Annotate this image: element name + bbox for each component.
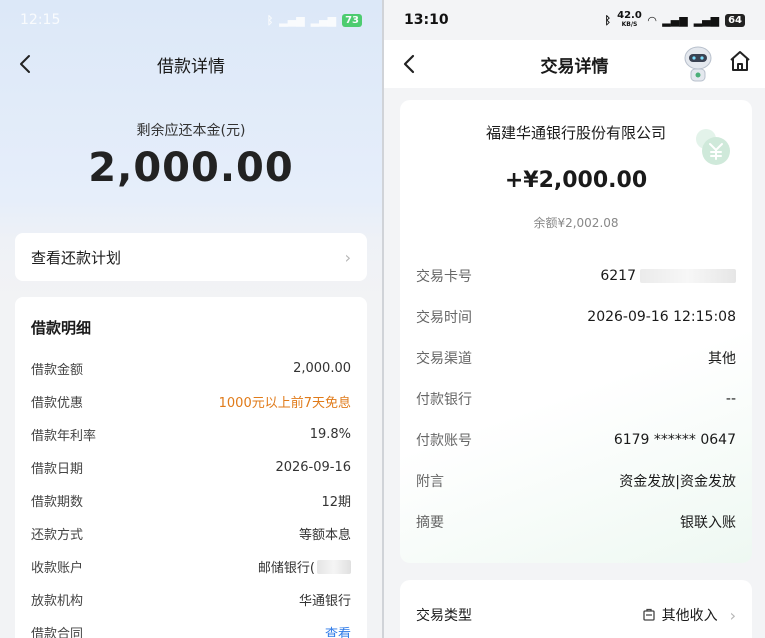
tx-row-card-no: 交易卡号 6217 bbox=[416, 255, 736, 296]
row-value: 资金发放|资金发放 bbox=[619, 473, 736, 490]
category-icon bbox=[642, 608, 655, 621]
transaction-rows: 交易卡号 6217 交易时间 2026-09-16 12:15:08 交易渠道 … bbox=[416, 255, 736, 542]
detail-row-rate: 借款年利率 19.8% bbox=[31, 418, 351, 451]
wifi-icon: ◠ bbox=[647, 13, 657, 27]
battery-icon: 64 bbox=[725, 13, 745, 27]
back-arrow-icon[interactable] bbox=[396, 50, 424, 78]
detail-row-account: 收款账户 邮储银行( bbox=[31, 550, 351, 583]
row-key: 摘要 bbox=[416, 514, 444, 531]
loan-detail-title: 借款明细 bbox=[31, 319, 92, 337]
detail-row-term: 借款期数 12期 bbox=[31, 484, 351, 517]
row-value: 银联入账 bbox=[680, 514, 736, 531]
status-time: 12:15 bbox=[20, 12, 61, 28]
row-value: 华通银行 bbox=[298, 594, 351, 609]
detail-row-method: 还款方式 等额本息 bbox=[31, 517, 351, 550]
view-contract-link[interactable]: 查看 bbox=[325, 623, 351, 638]
row-value: 2,000.00 bbox=[293, 361, 351, 376]
detail-row-lender: 放款机构 华通银行 bbox=[31, 583, 351, 616]
detail-row-amount: 借款金额 2,000.00 bbox=[31, 352, 351, 385]
row-value: 邮储银行( bbox=[257, 561, 315, 576]
row-key: 借款年利率 bbox=[31, 429, 97, 444]
remaining-principal-amount: 2,000.00 bbox=[88, 145, 294, 191]
home-icon[interactable] bbox=[727, 48, 753, 74]
transaction-type-value: 其他收入 bbox=[661, 608, 718, 624]
signal-icon-2: ▂▄▆ bbox=[310, 13, 337, 27]
row-value: 1000元以上前7天免息 bbox=[218, 396, 351, 411]
transaction-detail-screen: 13:10 ᛒ 42.0 KB/S ◠ ▂▄▆ ▂▄▆ 64 交易详情 福建华通… bbox=[384, 0, 765, 638]
row-value: 6179 ****** 0647 bbox=[613, 431, 736, 448]
row-value: 19.8% bbox=[309, 427, 351, 442]
row-value: 2026-09-16 12:15:08 bbox=[587, 308, 736, 325]
page-title: 借款详情 bbox=[157, 56, 225, 77]
transaction-type-card: 交易类型 其他收入 › bbox=[400, 580, 752, 638]
speed-unit: KB/S bbox=[621, 21, 638, 28]
battery-icon: 73 bbox=[342, 13, 362, 27]
detail-row-discount: 借款优惠 1000元以上前7天免息 bbox=[31, 385, 351, 418]
row-value: 2026-09-16 bbox=[275, 460, 351, 475]
row-key: 付款账号 bbox=[416, 432, 472, 449]
row-key: 借款日期 bbox=[31, 462, 84, 477]
status-icons: ᛒ 42.0 KB/S ◠ ▂▄▆ ▂▄▆ 64 bbox=[605, 11, 745, 29]
row-key: 交易渠道 bbox=[416, 350, 472, 367]
tx-row-summary: 摘要 银联入账 bbox=[416, 501, 736, 542]
row-key: 借款期数 bbox=[31, 495, 84, 510]
row-value: 其他 bbox=[708, 350, 736, 367]
robot-assistant-icon[interactable] bbox=[681, 44, 715, 84]
row-value: 12期 bbox=[321, 495, 351, 510]
detail-row-contract: 借款合同 查看 bbox=[31, 616, 351, 638]
remaining-principal-label: 剩余应还本金(元) bbox=[136, 123, 246, 139]
row-key: 借款金额 bbox=[31, 363, 84, 378]
row-key: 收款账户 bbox=[31, 561, 84, 576]
masked-card-blur bbox=[640, 268, 736, 283]
tx-row-payer-account: 付款账号 6179 ****** 0647 bbox=[416, 419, 736, 460]
bluetooth-icon: ᛒ bbox=[604, 13, 612, 27]
tx-row-time: 交易时间 2026-09-16 12:15:08 bbox=[416, 296, 736, 337]
repayment-plan-label: 查看还款计划 bbox=[31, 248, 122, 267]
speed-value: 42.0 bbox=[617, 10, 642, 21]
transaction-amount: +¥2,000.00 bbox=[504, 168, 648, 193]
repayment-plan-button[interactable]: 查看还款计划 › bbox=[15, 233, 367, 281]
row-value: -- bbox=[725, 390, 736, 407]
signal-icon: ▂▄▆ bbox=[279, 13, 305, 27]
masked-account-blur bbox=[317, 559, 351, 574]
transaction-card: 福建华通银行股份有限公司 +¥2,000.00 余额¥2,002.08 交易卡号… bbox=[400, 100, 752, 563]
row-key: 放款机构 bbox=[31, 594, 84, 609]
status-icons: ᛒ ▂▄▆ ▂▄▆ 73 bbox=[266, 13, 362, 27]
network-speed: 42.0 KB/S bbox=[617, 11, 642, 29]
row-key: 借款优惠 bbox=[31, 396, 84, 411]
transaction-type-selector[interactable]: 其他收入 › bbox=[642, 605, 736, 625]
signal-icon: ▂▄▆ bbox=[662, 13, 688, 27]
status-bar: 13:10 ᛒ 42.0 KB/S ◠ ▂▄▆ ▂▄▆ 64 bbox=[384, 0, 765, 40]
chevron-right-icon: › bbox=[344, 247, 351, 267]
row-key: 还款方式 bbox=[31, 528, 84, 543]
signal-icon-2: ▂▄▆ bbox=[693, 13, 720, 27]
row-key: 借款合同 bbox=[31, 627, 84, 638]
detail-row-date: 借款日期 2026-09-16 bbox=[31, 451, 351, 484]
tx-row-channel: 交易渠道 其他 bbox=[416, 337, 736, 378]
row-key: 交易卡号 bbox=[416, 268, 472, 285]
status-bar: 12:15 ᛒ ▂▄▆ ▂▄▆ 73 bbox=[0, 0, 382, 40]
row-value-wrap: 邮储银行( bbox=[258, 557, 351, 576]
tx-row-note: 附言 资金发放|资金发放 bbox=[416, 460, 736, 501]
loan-detail-card: 借款明细 借款金额 2,000.00 借款优惠 1000元以上前7天免息 借款年… bbox=[15, 297, 367, 638]
tx-row-payer-bank: 付款银行 -- bbox=[416, 378, 736, 419]
page-title: 交易详情 bbox=[540, 56, 609, 77]
transaction-type-label: 交易类型 bbox=[416, 608, 472, 624]
bluetooth-icon: ᛒ bbox=[266, 13, 274, 27]
row-value-wrap: 6217 bbox=[600, 268, 736, 284]
row-key: 附言 bbox=[416, 473, 444, 490]
row-key: 付款银行 bbox=[416, 391, 472, 408]
row-value: 等额本息 bbox=[298, 528, 351, 543]
status-time: 13:10 bbox=[404, 12, 449, 28]
nav-bar: 借款详情 bbox=[0, 40, 382, 88]
loan-detail-screen: 12:15 ᛒ ▂▄▆ ▂▄▆ 73 借款详情 剩余应还本金(元) 2,000.… bbox=[0, 0, 382, 638]
yuan-badge-icon bbox=[696, 129, 730, 165]
row-key: 交易时间 bbox=[416, 309, 472, 326]
balance-text: 余额¥2,002.08 bbox=[533, 216, 619, 230]
back-arrow-icon[interactable] bbox=[12, 50, 40, 78]
row-value: 6217 bbox=[600, 267, 636, 284]
chevron-right-icon: › bbox=[729, 605, 736, 625]
